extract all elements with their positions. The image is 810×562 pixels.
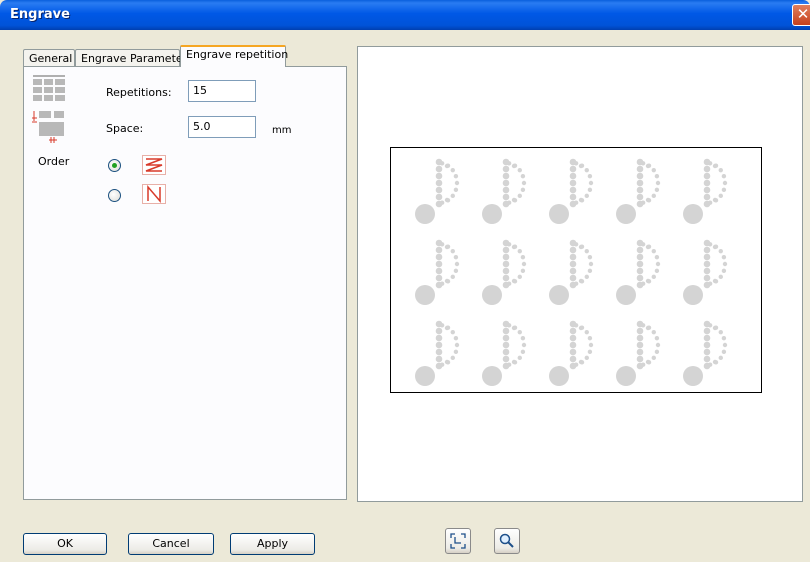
zoom-button[interactable] xyxy=(494,528,520,554)
preview-pane[interactable] xyxy=(357,46,803,502)
order-column-radio[interactable] xyxy=(108,189,121,202)
engrave-motif xyxy=(616,239,661,305)
engrave-motif xyxy=(616,158,661,224)
cancel-button[interactable]: Cancel xyxy=(128,533,214,555)
fit-view-button[interactable] xyxy=(445,528,471,554)
window-title: Engrave xyxy=(10,7,70,22)
order-label: Order xyxy=(38,155,70,168)
engrave-motif xyxy=(616,320,661,386)
space-label: Space: xyxy=(106,122,144,135)
tab-engrave-repetition[interactable]: Engrave repetition xyxy=(180,45,288,67)
grid-repetitions-icon xyxy=(33,75,65,101)
tab-general[interactable]: General xyxy=(23,49,75,67)
engrave-motif xyxy=(683,320,728,386)
repetition-preview-canvas xyxy=(415,158,728,386)
zoom-icon xyxy=(499,533,514,548)
repetitions-input[interactable]: 15 xyxy=(188,80,256,102)
fit-view-icon xyxy=(450,533,466,549)
spacing-icon xyxy=(32,111,64,143)
repetition-panel: Repetitions: 15 Space: 5.0 mm Order xyxy=(23,66,347,500)
engrave-motif xyxy=(415,320,460,386)
engrave-motif xyxy=(549,320,594,386)
zigzag-row-glyph xyxy=(145,158,163,172)
engrave-motif xyxy=(549,158,594,224)
close-icon: ✕ xyxy=(796,5,810,23)
order-row-radio[interactable] xyxy=(108,159,121,172)
ok-button[interactable]: OK xyxy=(23,533,107,555)
engrave-motif xyxy=(482,158,527,224)
radio-selected-dot xyxy=(112,163,117,168)
engrave-motif xyxy=(482,239,527,305)
order-row-icon[interactable] xyxy=(142,155,166,175)
title-bar[interactable]: Engrave ✕ xyxy=(0,0,810,30)
engrave-plate xyxy=(390,147,762,393)
tab-engrave-parameter[interactable]: Engrave Parameter xyxy=(75,49,187,67)
order-column-icon[interactable] xyxy=(142,184,166,204)
space-unit: mm xyxy=(272,125,292,136)
engrave-motif xyxy=(482,320,527,386)
apply-button[interactable]: Apply xyxy=(230,533,315,555)
zigzag-column-glyph xyxy=(147,184,161,204)
engrave-motif xyxy=(549,239,594,305)
repetitions-label: Repetitions: xyxy=(106,86,172,99)
engrave-motif xyxy=(683,158,728,224)
close-button[interactable]: ✕ xyxy=(792,4,810,26)
space-input[interactable]: 5.0 xyxy=(188,116,256,138)
engrave-motif xyxy=(415,158,460,224)
engrave-dialog: Engrave ✕ General Engrave Parameter Engr… xyxy=(0,0,810,562)
engrave-motif xyxy=(415,239,460,305)
engrave-motif xyxy=(683,239,728,305)
